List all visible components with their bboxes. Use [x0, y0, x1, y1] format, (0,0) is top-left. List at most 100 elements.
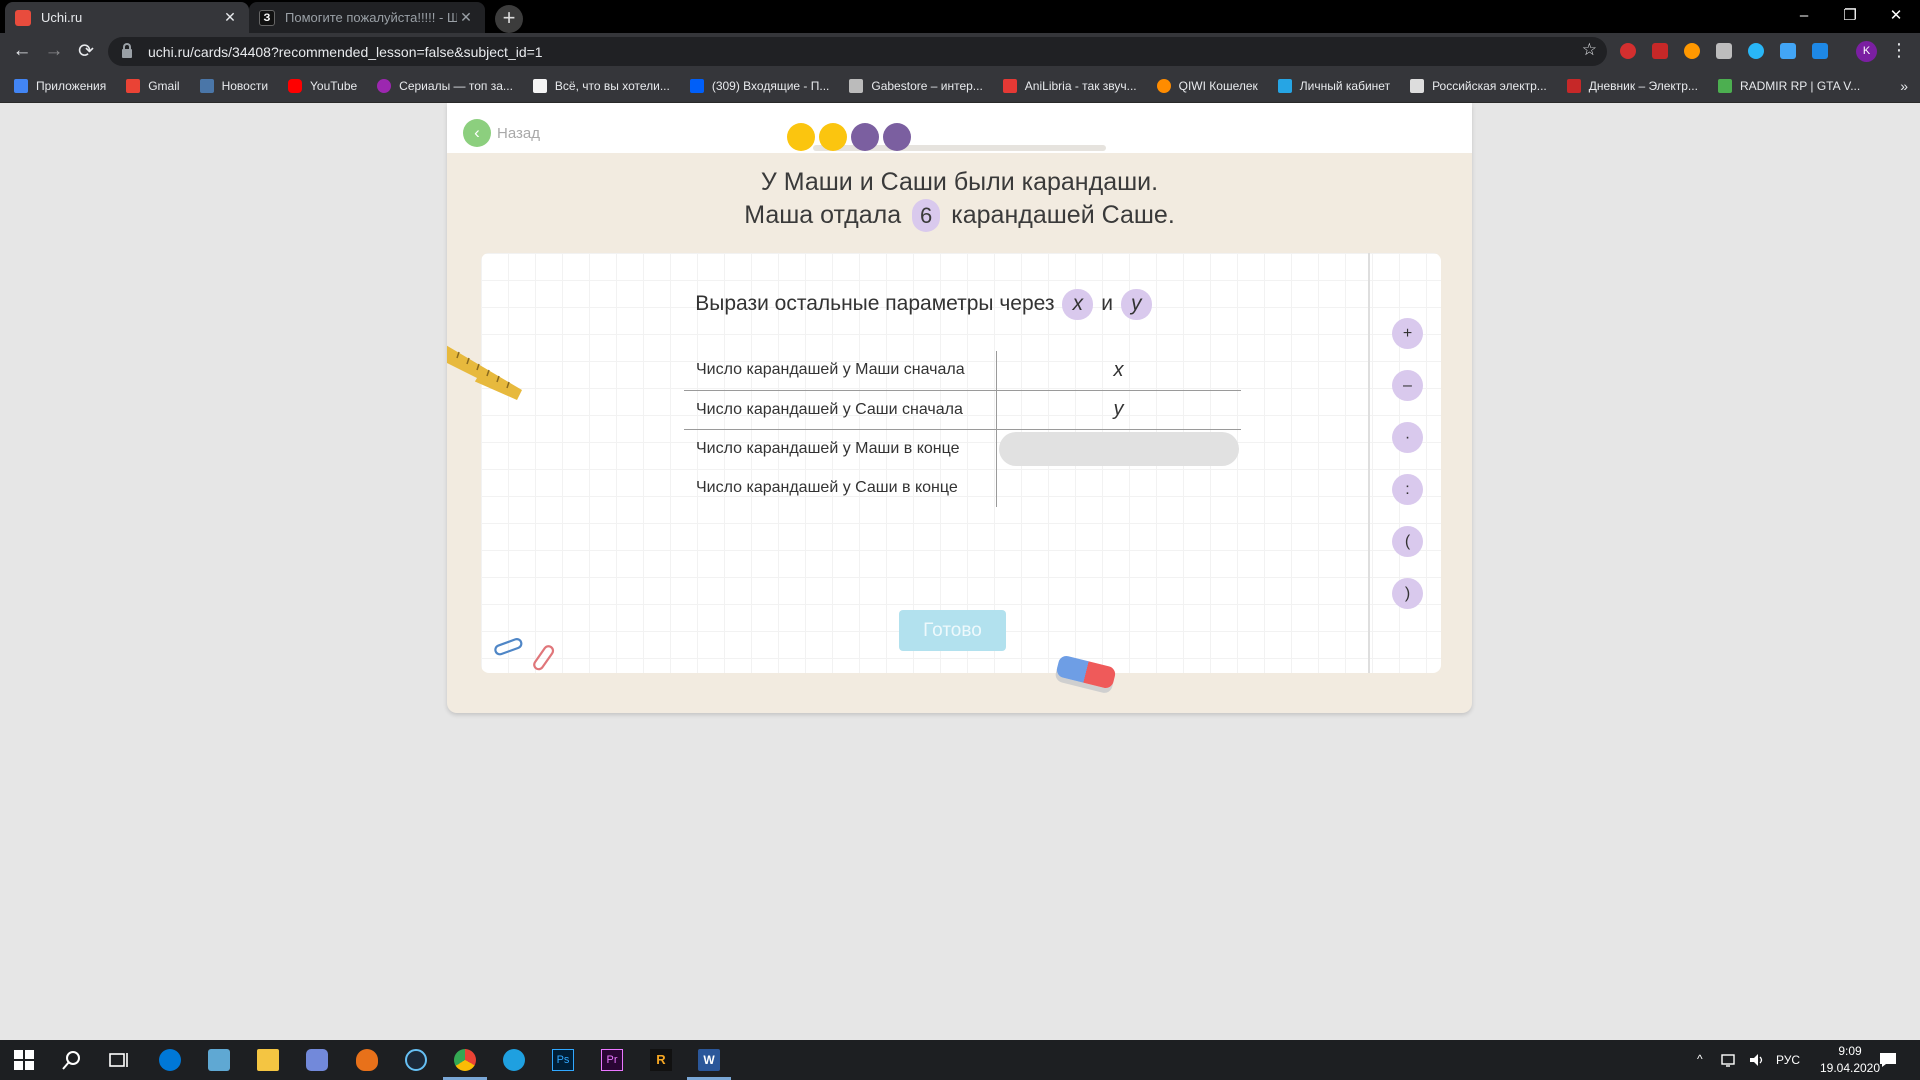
- address-bar[interactable]: uchi.ru/cards/34408?recommended_lesson=f…: [108, 37, 1607, 66]
- extension-icon[interactable]: [1684, 43, 1700, 59]
- bookmark-everything[interactable]: Всё, что вы хотели...: [532, 79, 670, 93]
- volume-icon[interactable]: [1748, 1051, 1766, 1069]
- tab-close-icon[interactable]: ✕: [221, 9, 239, 26]
- profile-avatar[interactable]: K: [1856, 41, 1877, 62]
- paperclip-red-icon: [533, 645, 555, 671]
- task-view-icon[interactable]: [108, 1049, 130, 1071]
- download-icon[interactable]: [1780, 43, 1796, 59]
- bookmark-russian-e[interactable]: Российская электр...: [1410, 79, 1547, 93]
- plus-operator-button[interactable]: +: [1392, 318, 1423, 349]
- table-row: Число карандашей у Саши в конце: [684, 468, 1241, 507]
- bookmark-mail[interactable]: (309) Входящие - П...: [689, 79, 829, 93]
- bookmark-diary[interactable]: Дневник – Электр...: [1566, 79, 1698, 93]
- extension-icon[interactable]: [1748, 43, 1764, 59]
- serials-icon: [377, 79, 392, 93]
- bookmark-gabestore[interactable]: Gabestore – интер...: [849, 79, 983, 93]
- extension-icon[interactable]: [1620, 43, 1636, 59]
- cabinet-icon: [1277, 79, 1292, 93]
- app-icon[interactable]: [503, 1049, 525, 1071]
- app-icon[interactable]: [159, 1049, 181, 1071]
- bookmark-anilibria[interactable]: AniLibria - так звуч...: [1002, 79, 1137, 93]
- vk-icon: [199, 79, 214, 93]
- bookmark-apps[interactable]: Приложения: [14, 79, 106, 93]
- tray-chevron-icon[interactable]: ^: [1697, 1052, 1703, 1066]
- problem-statement: У Маши и Саши были карандаши. Маша отдал…: [447, 166, 1472, 232]
- clock-time[interactable]: 9:09: [1820, 1044, 1880, 1058]
- minimize-button[interactable]: –: [1781, 0, 1827, 30]
- number-badge: 6: [912, 199, 941, 232]
- divide-operator-button[interactable]: :: [1392, 474, 1423, 505]
- reload-icon[interactable]: ⟳: [72, 37, 100, 65]
- tab-strip: Uchi.ru ✕ З Помогите пожалуйста!!!!! - Ш…: [0, 0, 1920, 33]
- mail-icon: [689, 79, 704, 93]
- tab-close-icon[interactable]: ✕: [457, 9, 475, 26]
- extension-icon[interactable]: [1716, 43, 1732, 59]
- row-label: Число карандашей у Маши сначала: [684, 351, 997, 390]
- chrome-icon[interactable]: [454, 1049, 476, 1071]
- app-icon[interactable]: [208, 1049, 230, 1071]
- tab-title: Помогите пожалуйста!!!!! - Шко: [285, 10, 457, 25]
- back-arrow-icon[interactable]: ←: [8, 37, 36, 65]
- diary-icon: [1566, 79, 1581, 93]
- bookmark-cabinet[interactable]: Личный кабинет: [1277, 79, 1390, 93]
- microphone-icon[interactable]: [356, 1049, 378, 1071]
- close-window-button[interactable]: ✕: [1873, 0, 1919, 30]
- close-paren-button[interactable]: ): [1392, 578, 1423, 609]
- forward-arrow-icon[interactable]: →: [40, 37, 68, 65]
- photoshop-icon[interactable]: Ps: [552, 1049, 574, 1071]
- answer-input-sasha-end[interactable]: [996, 468, 1241, 507]
- variable-x-badge: x: [1062, 289, 1094, 320]
- folder-icon[interactable]: [257, 1049, 279, 1071]
- progress-dot: [851, 123, 879, 151]
- problem-text: Маша отдала: [744, 201, 902, 229]
- radmir-icon: [1717, 79, 1732, 93]
- url-text[interactable]: uchi.ru/cards/34408?recommended_lesson=f…: [148, 44, 543, 60]
- instruction-text: Вырази остальные параметры через: [695, 292, 1055, 316]
- open-paren-button[interactable]: (: [1392, 526, 1423, 557]
- progress-dot: [883, 123, 911, 151]
- bookmark-label: AniLibria - так звуч...: [1024, 79, 1137, 93]
- problem-line-1: У Маши и Саши были карандаши.: [760, 168, 1159, 196]
- bookmark-radmir[interactable]: RADMIR RP | GTA V...: [1717, 79, 1861, 93]
- network-icon[interactable]: [1720, 1051, 1738, 1069]
- bookmark-qiwi[interactable]: QIWI Кошелек: [1156, 79, 1258, 93]
- row-label: Число карандашей у Маши в конце: [684, 428, 997, 468]
- bookmark-label: RADMIR RP | GTA V...: [1739, 79, 1861, 93]
- windows-start-icon[interactable]: [13, 1049, 35, 1071]
- problem-line-2: Маша отдала 6 карандашей Саше.: [447, 199, 1472, 232]
- bookmark-star-icon[interactable]: ☆: [1582, 40, 1597, 60]
- language-indicator[interactable]: РУС: [1776, 1053, 1800, 1067]
- minus-operator-button[interactable]: –: [1392, 370, 1423, 401]
- bookmark-gmail[interactable]: Gmail: [126, 79, 180, 93]
- bookmark-news[interactable]: Новости: [199, 79, 268, 93]
- search-icon[interactable]: [61, 1049, 83, 1071]
- notifications-icon[interactable]: [1878, 1050, 1898, 1070]
- windows-taskbar: Ps Pr R W ^ РУС 9:09 19.04.2020: [0, 1040, 1920, 1080]
- back-link[interactable]: ‹ Назад: [463, 119, 540, 147]
- maximize-button[interactable]: ❐: [1827, 0, 1873, 30]
- discord-icon[interactable]: [306, 1049, 328, 1071]
- e-icon: [532, 79, 547, 93]
- table-row: Число карандашей у Маши сначала x: [684, 351, 1241, 390]
- tab-znanija[interactable]: З Помогите пожалуйста!!!!! - Шко ✕: [249, 2, 485, 33]
- ruler-icon: [447, 345, 522, 428]
- adblock-icon[interactable]: [1652, 43, 1668, 59]
- menu-icon[interactable]: ⋮: [1890, 40, 1908, 60]
- bookmark-label: Приложения: [36, 79, 107, 93]
- new-tab-button[interactable]: +: [495, 5, 523, 33]
- problem-text: карандашей Саше.: [951, 201, 1175, 229]
- tab-uchi[interactable]: Uchi.ru ✕: [5, 2, 249, 33]
- steam-icon[interactable]: [405, 1049, 427, 1071]
- done-button[interactable]: Готово: [899, 610, 1006, 651]
- premiere-icon[interactable]: Pr: [601, 1049, 623, 1071]
- word-icon[interactable]: W: [698, 1049, 720, 1071]
- bookmark-serials[interactable]: Сериалы — топ за...: [377, 79, 513, 93]
- back-label: Назад: [497, 124, 540, 142]
- bookmark-youtube[interactable]: YouTube: [288, 79, 357, 93]
- row-value: y: [996, 389, 1241, 429]
- rockstar-icon[interactable]: R: [650, 1049, 672, 1071]
- answer-input-masha-end[interactable]: [998, 431, 1239, 466]
- bookmarks-overflow-button[interactable]: »: [1900, 78, 1908, 94]
- multiply-operator-button[interactable]: ·: [1392, 422, 1423, 453]
- cart-icon[interactable]: [1812, 43, 1828, 59]
